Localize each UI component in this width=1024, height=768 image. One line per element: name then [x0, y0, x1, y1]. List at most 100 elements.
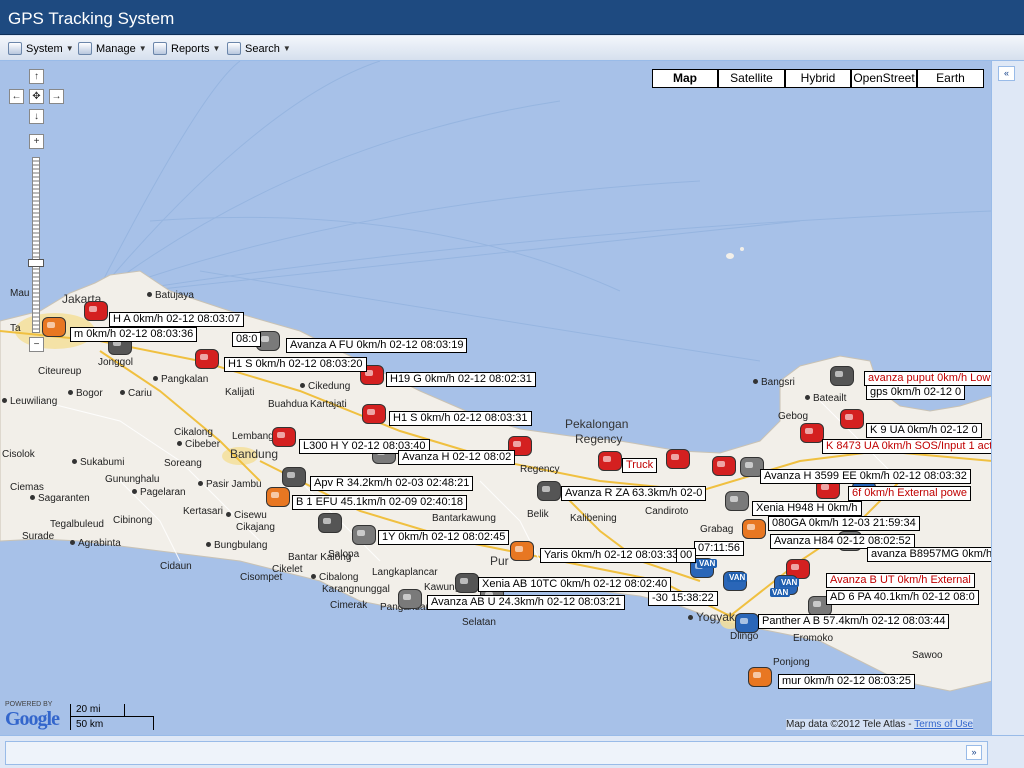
vehicle-marker-truck[interactable] — [84, 301, 108, 321]
vehicle-label[interactable]: Apv R 34.2km/h 02-03 02:48:21 — [310, 476, 474, 491]
vehicle-label[interactable]: gps 0km/h 02-12 0 — [866, 385, 966, 400]
menu-system[interactable]: System ▼ — [8, 40, 74, 57]
place-label: Gebog — [778, 411, 809, 422]
zoom-in-button[interactable]: + — [29, 134, 44, 149]
vehicle-marker-car[interactable] — [537, 481, 561, 501]
expand-panel-button[interactable]: « — [998, 66, 1015, 81]
map-type-openstreet[interactable]: OpenStreet — [851, 69, 917, 88]
vehicle-marker-car[interactable] — [455, 573, 479, 593]
google-logo: POWERED BY Google — [5, 701, 60, 731]
place-label: Kertasari — [183, 506, 224, 517]
vehicle-label[interactable]: 08:0 — [232, 332, 262, 347]
vehicle-marker-truck[interactable] — [840, 409, 864, 429]
vehicle-marker-car[interactable] — [742, 519, 766, 539]
vehicle-label[interactable]: AD 6 PA 40.1km/h 02-12 08:0 — [826, 590, 979, 605]
place-label: Bantarkawung — [432, 513, 496, 524]
vehicle-marker-car[interactable] — [318, 513, 342, 533]
vehicle-label[interactable]: H19 G 0km/h 02-12 08:02:31 — [386, 372, 536, 387]
menu-bar: System ▼ Manage ▼ Reports ▼ Search ▼ — [0, 36, 1024, 61]
vehicle-label[interactable]: Avanza H 02-12 08:02 — [398, 450, 516, 465]
scale-miles: 20 mi — [76, 704, 101, 715]
vehicle-marker-car[interactable] — [42, 317, 66, 337]
van-badge: VAN — [770, 588, 791, 597]
pan-right-button[interactable]: → — [49, 89, 64, 104]
vehicle-marker-car[interactable] — [735, 613, 759, 633]
vehicle-label[interactable]: K 8473 UA 0km/h SOS/Input 1 act — [822, 439, 991, 454]
vehicle-marker-truck[interactable] — [598, 451, 622, 471]
zoom-slider-thumb[interactable] — [28, 259, 44, 267]
place-label: Bandung — [230, 447, 279, 461]
vehicle-marker-car[interactable] — [510, 541, 534, 561]
van-badge: VAN — [727, 573, 748, 582]
vehicle-marker-truck[interactable] — [362, 404, 386, 424]
zoom-slider[interactable] — [32, 157, 40, 333]
place-label: Kalibening — [570, 513, 617, 524]
place-label: Soreang — [164, 458, 202, 469]
chevron-down-icon: ▼ — [282, 44, 291, 53]
vehicle-label[interactable]: Xenia H948 H 0km/h — [752, 501, 862, 516]
vehicle-marker-car[interactable] — [830, 366, 854, 386]
place-label: Bungbulang — [206, 540, 267, 551]
vehicle-label[interactable]: -30 15:38:22 — [648, 591, 718, 606]
place-label: Pangkalan — [153, 374, 208, 385]
vehicle-label[interactable]: K 9 UA 0km/h 02-12 0 — [866, 423, 982, 438]
pan-left-button[interactable]: ← — [9, 89, 24, 104]
zoom-out-button[interactable]: − — [29, 337, 44, 352]
expand-bottom-button[interactable]: » — [966, 745, 982, 760]
place-label: Buahdua — [268, 399, 309, 410]
report-icon — [153, 42, 167, 55]
vehicle-marker-truck[interactable] — [800, 423, 824, 443]
chevron-down-icon: ▼ — [65, 44, 74, 53]
vehicle-label[interactable]: avanza puput 0km/h Low — [864, 371, 991, 386]
vehicle-label[interactable]: Avanza H 3599 EE 0km/h 02-12 08:03:32 — [760, 469, 971, 484]
vehicle-marker-car[interactable] — [282, 467, 306, 487]
map-type-earth[interactable]: Earth — [917, 69, 984, 88]
vehicle-marker-car[interactable] — [748, 667, 772, 687]
vehicle-label[interactable]: Avanza AB U 24.3km/h 02-12 08:03:21 — [427, 595, 625, 610]
pan-center-button[interactable]: ✥ — [29, 89, 44, 104]
menu-reports[interactable]: Reports ▼ — [153, 40, 220, 57]
map-panel[interactable]: Map Satellite Hybrid OpenStreet Earth ↑ … — [0, 61, 992, 735]
chevron-down-icon: ▼ — [212, 44, 221, 53]
map-type-satellite[interactable]: Satellite — [718, 69, 785, 88]
vehicle-label[interactable]: Xenia AB 10TC 0km/h 02-12 08:02:40 — [478, 577, 672, 592]
place-label: Tegalbuleud — [50, 519, 104, 530]
vehicle-marker-truck[interactable] — [666, 449, 690, 469]
vehicle-label[interactable]: m 0km/h 02-12 08:03:36 — [70, 327, 198, 342]
vehicle-label[interactable]: Truck — [622, 458, 658, 473]
vehicle-label[interactable]: 6f 0km/h External powe — [848, 486, 971, 501]
vehicle-label[interactable]: Panther A B 57.4km/h 02-12 08:03:44 — [758, 614, 950, 629]
vehicle-label[interactable]: Avanza R ZA 63.3km/h 02-0 — [561, 486, 707, 501]
menu-manage[interactable]: Manage ▼ — [78, 40, 147, 57]
vehicle-marker-truck[interactable] — [195, 349, 219, 369]
vehicle-marker-car[interactable] — [725, 491, 749, 511]
vehicle-label[interactable]: Avanza A FU 0km/h 02-12 08:03:19 — [286, 338, 468, 353]
place-label: Cibinong — [113, 515, 153, 526]
vehicle-label[interactable]: avanza B8957MG 0km/h — [867, 547, 991, 562]
menu-search[interactable]: Search ▼ — [227, 40, 291, 57]
map-type-map[interactable]: Map — [652, 69, 718, 88]
vehicle-marker-truck[interactable] — [712, 456, 736, 476]
vehicle-label[interactable]: 07:11:56 — [694, 541, 745, 556]
map-type-hybrid[interactable]: Hybrid — [785, 69, 851, 88]
pan-up-button[interactable]: ↑ — [29, 69, 44, 84]
place-label: Cariu — [120, 388, 152, 399]
place-label: Kalijati — [225, 387, 255, 398]
vehicle-label[interactable]: H1 S 0km/h 02-12 08:03:20 — [224, 357, 367, 372]
vehicle-label[interactable]: mur 0km/h 02-12 08:03:25 — [778, 674, 916, 689]
vehicle-marker-car[interactable] — [352, 525, 376, 545]
pan-down-button[interactable]: ↓ — [29, 109, 44, 124]
vehicle-marker-car[interactable] — [266, 487, 290, 507]
vehicle-marker-car[interactable] — [398, 589, 422, 609]
vehicle-label[interactable]: 00 — [676, 548, 697, 563]
terms-of-use-link[interactable]: Terms of Use — [914, 719, 973, 730]
vehicle-label[interactable]: 1Y 0km/h 02-12 08:02:45 — [378, 530, 510, 545]
vehicle-marker-truck[interactable] — [272, 427, 296, 447]
vehicle-label[interactable]: Avanza B UT 0km/h External — [826, 573, 975, 588]
vehicle-label[interactable]: H A 0km/h 02-12 08:03:07 — [109, 312, 245, 327]
place-label: Cisewu — [226, 510, 267, 521]
vehicle-label[interactable]: H1 S 0km/h 02-12 08:03:31 — [389, 411, 532, 426]
vehicle-label[interactable]: 080GA 0km/h 12-03 21:59:34 — [768, 516, 920, 531]
vehicle-label[interactable]: B 1 EFU 45.1km/h 02-09 02:40:18 — [292, 495, 467, 510]
vehicle-label[interactable]: Yaris 0km/h 02-12 08:03:33 — [540, 548, 683, 563]
